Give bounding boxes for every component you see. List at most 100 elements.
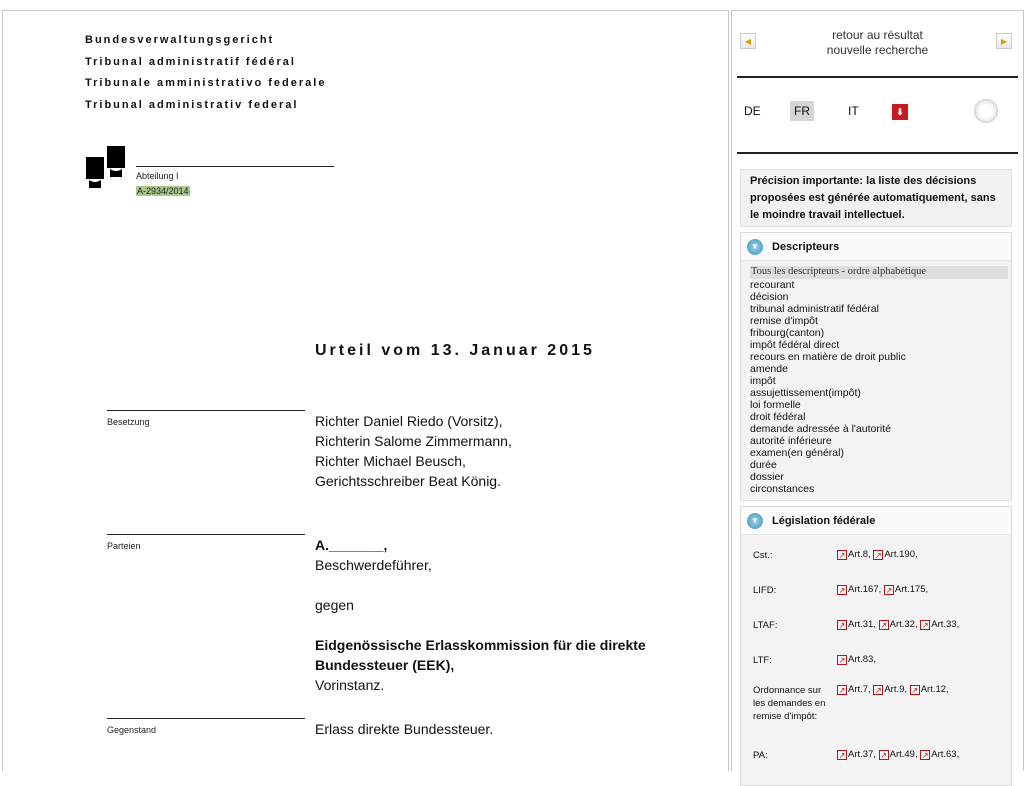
party-a: A._______,	[315, 537, 388, 553]
descriptor-item[interactable]: recourant	[750, 279, 1011, 291]
article-links: ↗ Art.8, ↗ Art.190,	[837, 549, 920, 561]
article-link[interactable]: ↗ Art.63,	[920, 749, 962, 760]
article-link[interactable]: ↗ Art.167,	[837, 584, 884, 595]
authority-role: Vorinstanz.	[315, 677, 385, 693]
besetzung-line: Richter Daniel Riedo (Vorsitz),	[315, 413, 503, 429]
article-link[interactable]: ↗ Art.33,	[920, 619, 962, 630]
external-link-icon: ↗	[837, 619, 847, 630]
court-name-fr: Tribunal administratif fédéral	[85, 56, 296, 68]
parteien-rule	[107, 534, 305, 535]
law-name: LTF:	[753, 655, 772, 666]
law-name: Cst.:	[753, 550, 773, 561]
division-label: Abteilung I	[136, 171, 179, 181]
article-link[interactable]: ↗ Art.8,	[837, 549, 873, 560]
external-link-icon: ↗	[883, 584, 894, 595]
descriptor-item[interactable]: circonstances	[750, 483, 1011, 495]
new-search-link[interactable]: nouvelle recherche	[732, 43, 1023, 57]
descriptor-item[interactable]: recours en matière de droit public	[750, 351, 1011, 363]
descripteurs-header[interactable]: ▼ Descripteurs	[741, 233, 1011, 261]
lang-it-link[interactable]: IT	[848, 104, 859, 118]
article-label: Art.7,	[848, 684, 874, 695]
sidebar: ◀ retour au résultat nouvelle recherche …	[731, 10, 1024, 786]
article-links: ↗ Art.31, ↗ Art.32, ↗ Art.33,	[837, 619, 962, 631]
circle-button-icon[interactable]	[974, 99, 998, 123]
article-link[interactable]: ↗ Art.31,	[837, 619, 879, 630]
divider	[737, 152, 1018, 154]
article-links: ↗ Art.37, ↗ Art.49, ↗ Art.63,	[837, 749, 962, 761]
parteien-label: Parteien	[107, 541, 141, 551]
article-label: Art.175,	[894, 584, 931, 595]
besetzung-label: Besetzung	[107, 417, 150, 427]
all-descriptors-link[interactable]: Tous les descripteurs - ordre alphabétiq…	[750, 266, 1008, 279]
external-link-icon: ↗	[920, 619, 931, 630]
party-a-role: Beschwerdeführer,	[315, 557, 432, 573]
gegenstand-rule	[107, 718, 305, 719]
external-link-icon: ↗	[837, 749, 847, 760]
descriptor-item[interactable]: durée	[750, 459, 1011, 471]
article-link[interactable]: ↗ Art.32,	[878, 619, 921, 630]
external-link-icon: ↗	[920, 749, 931, 760]
descriptor-item[interactable]: assujettissement(impôt)	[750, 387, 1011, 399]
article-link[interactable]: ↗ Art.7,	[837, 684, 873, 695]
article-link[interactable]: ↗ Art.37,	[837, 749, 879, 760]
law-name: LTAF:	[753, 620, 778, 631]
descriptor-item[interactable]: dossier	[750, 471, 1011, 483]
back-to-results-link[interactable]: retour au résultat	[732, 28, 1023, 42]
descriptor-item[interactable]: amende	[750, 363, 1011, 375]
besetzung-line: Gerichtsschreiber Beat König.	[315, 473, 501, 489]
lang-de-link[interactable]: DE	[744, 104, 761, 118]
external-link-icon: ↗	[873, 549, 884, 560]
article-link[interactable]: ↗ Art.9,	[873, 684, 909, 695]
court-name-rm: Tribunal administrativ federal	[85, 99, 299, 111]
external-link-icon: ↗	[878, 749, 889, 760]
article-links: ↗ Art.7, ↗ Art.9, ↗ Art.12,	[837, 684, 951, 696]
article-link[interactable]: ↗ Art.83,	[837, 654, 879, 665]
gegenstand-label: Gegenstand	[107, 725, 157, 735]
notice-box: Précision importante: la liste des décis…	[740, 169, 1012, 227]
external-link-icon: ↗	[909, 684, 920, 695]
division-rule	[136, 166, 334, 167]
article-links: ↗ Art.167, ↗ Art.175,	[837, 584, 931, 596]
next-arrow-icon[interactable]: ▶	[996, 33, 1012, 49]
pdf-icon[interactable]: ⬇	[892, 104, 908, 120]
descriptor-item[interactable]: décision	[750, 291, 1011, 303]
law-name: PA:	[753, 750, 768, 761]
external-link-icon: ↗	[878, 619, 889, 630]
article-link[interactable]: ↗ Art.49,	[878, 749, 921, 760]
article-link[interactable]: ↗ Art.175,	[883, 584, 931, 595]
descriptor-item[interactable]: impôt fédéral direct	[750, 339, 1011, 351]
besetzung-rule	[107, 410, 305, 411]
descriptor-item[interactable]: autorité inférieure	[750, 435, 1011, 447]
lang-fr-link[interactable]: FR	[790, 101, 814, 121]
descriptor-item[interactable]: impôt	[750, 375, 1011, 387]
descripteurs-panel: ▼ Descripteurs Tous les descripteurs - o…	[740, 232, 1012, 501]
article-label: Art.83,	[848, 654, 879, 665]
article-label: Art.167,	[848, 584, 884, 595]
divider	[737, 76, 1018, 78]
collapse-toggle-icon[interactable]: ▼	[747, 512, 763, 529]
descriptor-item[interactable]: fribourg(canton)	[750, 327, 1011, 339]
article-link[interactable]: ↗ Art.12,	[909, 684, 952, 695]
article-label: Art.12,	[920, 684, 952, 695]
descripteurs-title: Descripteurs	[772, 240, 840, 253]
besetzung-line: Richterin Salome Zimmermann,	[315, 433, 512, 449]
authority-name: Eidgenössische Erlasskommission für die …	[315, 637, 646, 673]
article-label: Art.31,	[848, 619, 879, 630]
article-label: Art.8,	[848, 549, 874, 560]
descriptor-item[interactable]: demande adressée à l'autorité	[750, 423, 1011, 435]
parteien-block: A._______, Beschwerdeführer, gegen Eidge…	[315, 535, 685, 695]
descriptor-item[interactable]: droit fédéral	[750, 411, 1011, 423]
law-name: Ordonnance sur les demandes en remise d'…	[753, 685, 826, 722]
article-label: Art.37,	[848, 749, 879, 760]
descriptor-list: recourant décision tribunal administratif …	[741, 279, 1011, 495]
article-label: Art.9,	[884, 684, 910, 695]
external-link-icon: ↗	[837, 549, 847, 560]
besetzung-list: Richter Daniel Riedo (Vorsitz), Richteri…	[315, 411, 512, 491]
descriptor-item[interactable]: examen(en général)	[750, 447, 1011, 459]
descriptor-item[interactable]: remise d'impôt	[750, 315, 1011, 327]
legislation-header[interactable]: ▼ Législation fédérale	[741, 507, 1011, 535]
article-link[interactable]: ↗ Art.190,	[873, 549, 920, 560]
descriptor-item[interactable]: loi formelle	[750, 399, 1011, 411]
collapse-toggle-icon[interactable]: ▼	[747, 238, 763, 255]
descriptor-item[interactable]: tribunal administratif fédéral	[750, 303, 1011, 315]
